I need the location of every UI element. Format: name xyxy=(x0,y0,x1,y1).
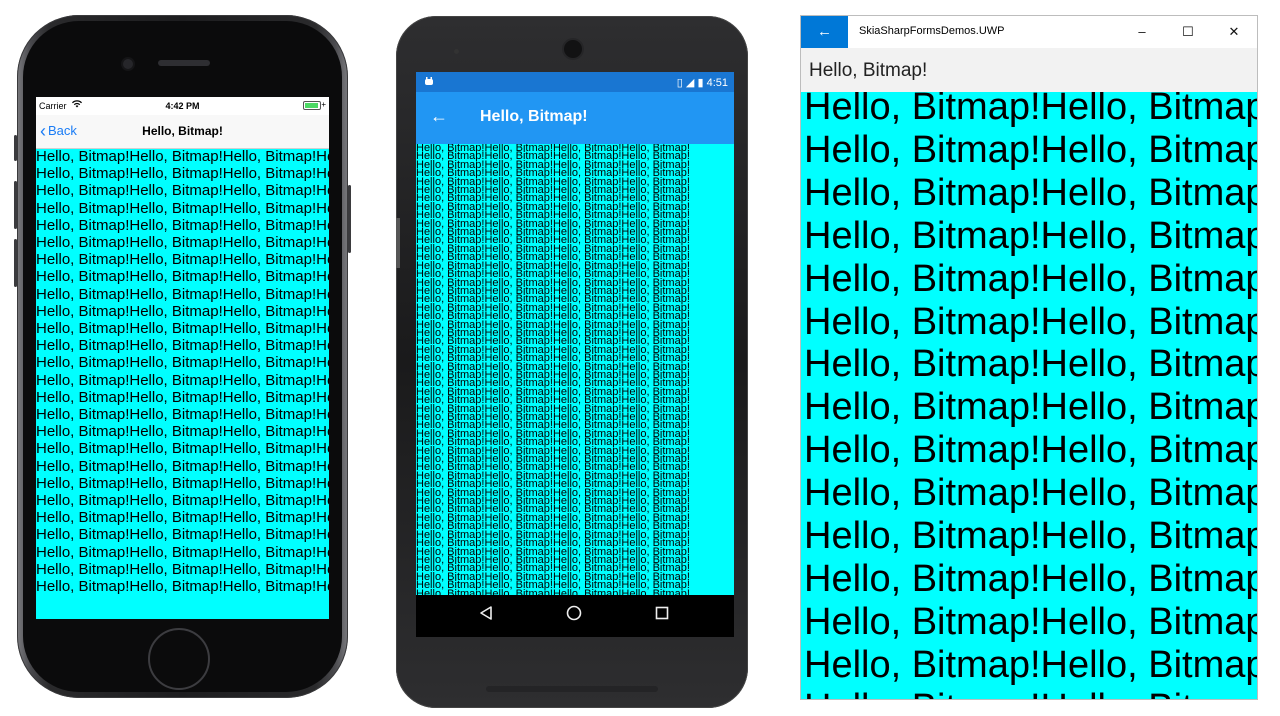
bitmap-text-row: Hello, Bitmap!Hello, Bitmap!Hello, Bitma… xyxy=(804,643,1257,686)
bitmap-text-row: Hello, Bitmap!Hello, Bitmap!Hello, Bitma… xyxy=(36,216,329,234)
android-screen: ▯ ◢ ▮ 4:51 ← Hello, Bitmap! Hello, Bitma… xyxy=(416,72,734,637)
page-title: Hello, Bitmap! xyxy=(809,60,928,81)
ios-screen: Carrier 4:42 PM + ‹ Back Hello, Bitmap! H… xyxy=(36,97,329,619)
bitmap-text-row: Hello, Bitmap!Hello, Bitmap!Hello, Bitma… xyxy=(36,423,329,441)
page-title: Hello, Bitmap! xyxy=(142,124,223,138)
bitmap-text-row: Hello, Bitmap!Hello, Bitmap!Hello, Bitma… xyxy=(804,343,1257,386)
earpiece-speaker xyxy=(158,60,210,66)
charging-icon: + xyxy=(321,100,326,109)
window-title: SkiaSharpFormsDemos.UWP xyxy=(859,25,1005,37)
front-camera xyxy=(564,40,582,58)
arrow-left-icon[interactable]: ← xyxy=(430,106,448,127)
bitmap-text-row: Hello, Bitmap!Hello, Bitmap!Hello, Bitma… xyxy=(804,171,1257,214)
bitmap-text-row: Hello, Bitmap!Hello, Bitmap!Hello, Bitma… xyxy=(804,600,1257,643)
bitmap-text-row: Hello, Bitmap!Hello, Bitmap!Hello, Bitma… xyxy=(804,386,1257,429)
minimize-icon[interactable]: – xyxy=(1119,16,1165,48)
bitmap-text-row: Hello, Bitmap!Hello, Bitmap!Hello, Bitma… xyxy=(36,285,329,303)
uwp-window: ← SkiaSharpFormsDemos.UWP – ☐ ✕ Hello, B… xyxy=(800,15,1258,700)
bitmap-text-row: Hello, Bitmap!Hello, Bitmap!Hello, Bitma… xyxy=(36,165,329,183)
bitmap-text-row: Hello, Bitmap!Hello, Bitmap!Hello, Bitma… xyxy=(804,257,1257,300)
bitmap-text-row: Hello, Bitmap!Hello, Bitmap!Hello, Bitma… xyxy=(804,92,1257,128)
bitmap-text-row: Hello, Bitmap!Hello, Bitmap!Hello, Bitma… xyxy=(36,371,329,389)
bitmap-text-row: Hello, Bitmap!Hello, Bitmap!Hello, Bitma… xyxy=(36,388,329,406)
page-header: Hello, Bitmap! xyxy=(801,48,1257,92)
bitmap-text-row: Hello, Bitmap!Hello, Bitmap!Hello, Bitma… xyxy=(804,687,1257,699)
bitmap-text-row: Hello, Bitmap!Hello, Bitmap!Hello, Bitma… xyxy=(804,214,1257,257)
bitmap-text-row: Hello, Bitmap!Hello, Bitmap!Hello, Bitma… xyxy=(36,182,329,200)
maximize-icon[interactable]: ☐ xyxy=(1165,16,1211,48)
back-triangle-icon[interactable] xyxy=(478,605,494,626)
speaker-grille xyxy=(486,686,658,692)
arrow-left-icon[interactable]: ← xyxy=(801,16,848,48)
bitmap-text-row: Hello, Bitmap!Hello, Bitmap!Hello, Bitma… xyxy=(36,268,329,286)
bitmap-text-row: Hello, Bitmap!Hello, Bitmap!Hello, Bitma… xyxy=(804,429,1257,472)
bitmap-text-row: Hello, Bitmap!Hello, Bitmap!Hello, Bitma… xyxy=(804,515,1257,558)
bitmap-text-row: Hello, Bitmap!Hello, Bitmap!Hello, Bitma… xyxy=(36,406,329,424)
signal-icon: ◢ xyxy=(685,77,695,89)
bitmap-text-row: Hello, Bitmap!Hello, Bitmap!Hello, Bitma… xyxy=(36,354,329,372)
bitmap-text-row: Hello, Bitmap!Hello, Bitmap!Hello, Bitma… xyxy=(36,320,329,338)
bitmap-text-row: Hello, Bitmap!Hello, Bitmap!Hello, Bitma… xyxy=(36,440,329,458)
bitmap-text-row: Hello, Bitmap!Hello, Bitmap!Hello, Bitma… xyxy=(36,474,329,492)
bitmap-text-row: Hello, Bitmap!Hello, Bitmap!Hello, Bitma… xyxy=(36,337,329,355)
bitmap-text-row: Hello, Bitmap!Hello, Bitmap!Hello, Bitma… xyxy=(36,457,329,475)
close-icon[interactable]: ✕ xyxy=(1211,16,1257,48)
bitmap-text-row: Hello, Bitmap!Hello, Bitmap!Hello, Bitma… xyxy=(36,492,329,510)
proximity-sensor xyxy=(454,49,459,54)
android-status-icons: ▯ ◢ ▮ 4:51 xyxy=(677,76,728,89)
page-title: Hello, Bitmap! xyxy=(480,108,588,125)
battery-icon: ▮ xyxy=(697,77,704,89)
overview-square-icon[interactable] xyxy=(654,605,670,626)
bitmap-canvas: Hello, Bitmap!Hello, Bitmap!Hello, Bitma… xyxy=(801,92,1257,699)
ios-navigation-bar: ‹ Back Hello, Bitmap! xyxy=(36,115,329,149)
bitmap-text-row: Hello, Bitmap!Hello, Bitmap!Hello, Bitma… xyxy=(36,543,329,561)
bitmap-text-row: Hello, Bitmap!Hello, Bitmap!Hello, Bitma… xyxy=(36,578,329,596)
bitmap-text-row: Hello, Bitmap!Hello, Bitmap!Hello, Bitma… xyxy=(804,472,1257,515)
bitmap-text-row: Hello, Bitmap!Hello, Bitmap!Hello, Bitma… xyxy=(804,128,1257,171)
front-camera xyxy=(123,59,133,69)
battery-icon xyxy=(303,101,321,110)
bitmap-text-row: Hello, Bitmap!Hello, Bitmap!Hello, Bitma… xyxy=(804,557,1257,600)
bitmap-text-row: Hello, Bitmap!Hello, Bitmap!Hello, Bitma… xyxy=(36,251,329,269)
status-time: 4:42 PM xyxy=(165,101,200,111)
android-status-bar: ▯ ◢ ▮ 4:51 xyxy=(416,72,734,92)
home-circle-icon[interactable] xyxy=(566,605,582,626)
android-notification-icon xyxy=(424,76,434,89)
bitmap-text-row: Hello, Bitmap!Hello, Bitmap!Hello, Bitma… xyxy=(36,302,329,320)
power-button xyxy=(396,218,400,268)
bitmap-text-row: Hello, Bitmap!Hello, Bitmap!Hello, Bitma… xyxy=(36,560,329,578)
bitmap-canvas: Hello, Bitmap!Hello, Bitmap!Hello, Bitma… xyxy=(416,144,734,595)
bitmap-text-row: Hello, Bitmap!Hello, Bitmap!Hello, Bitma… xyxy=(36,199,329,217)
android-navigation-bar xyxy=(416,595,734,637)
home-button[interactable] xyxy=(148,628,210,690)
bitmap-text-row: Hello, Bitmap!Hello, Bitmap!Hello, Bitma… xyxy=(36,509,329,527)
bitmap-text-row: Hello, Bitmap!Hello, Bitmap!Hello, Bitma… xyxy=(36,234,329,252)
bitmap-text-row: Hello, Bitmap!Hello, Bitmap!Hello, Bitma… xyxy=(36,149,329,165)
bitmap-text-row: Hello, Bitmap!Hello, Bitmap!Hello, Bitma… xyxy=(804,300,1257,343)
status-time: 4:51 xyxy=(706,77,728,89)
bitmap-canvas: Hello, Bitmap!Hello, Bitmap!Hello, Bitma… xyxy=(36,149,329,619)
window-titlebar: ← SkiaSharpFormsDemos.UWP – ☐ ✕ xyxy=(801,16,1257,48)
ios-status-bar: Carrier 4:42 PM + xyxy=(36,97,329,115)
bitmap-text-row: Hello, Bitmap!Hello, Bitmap!Hello, Bitma… xyxy=(36,526,329,544)
vibrate-icon: ▯ xyxy=(676,77,683,89)
android-app-bar: ← Hello, Bitmap! xyxy=(416,92,734,144)
